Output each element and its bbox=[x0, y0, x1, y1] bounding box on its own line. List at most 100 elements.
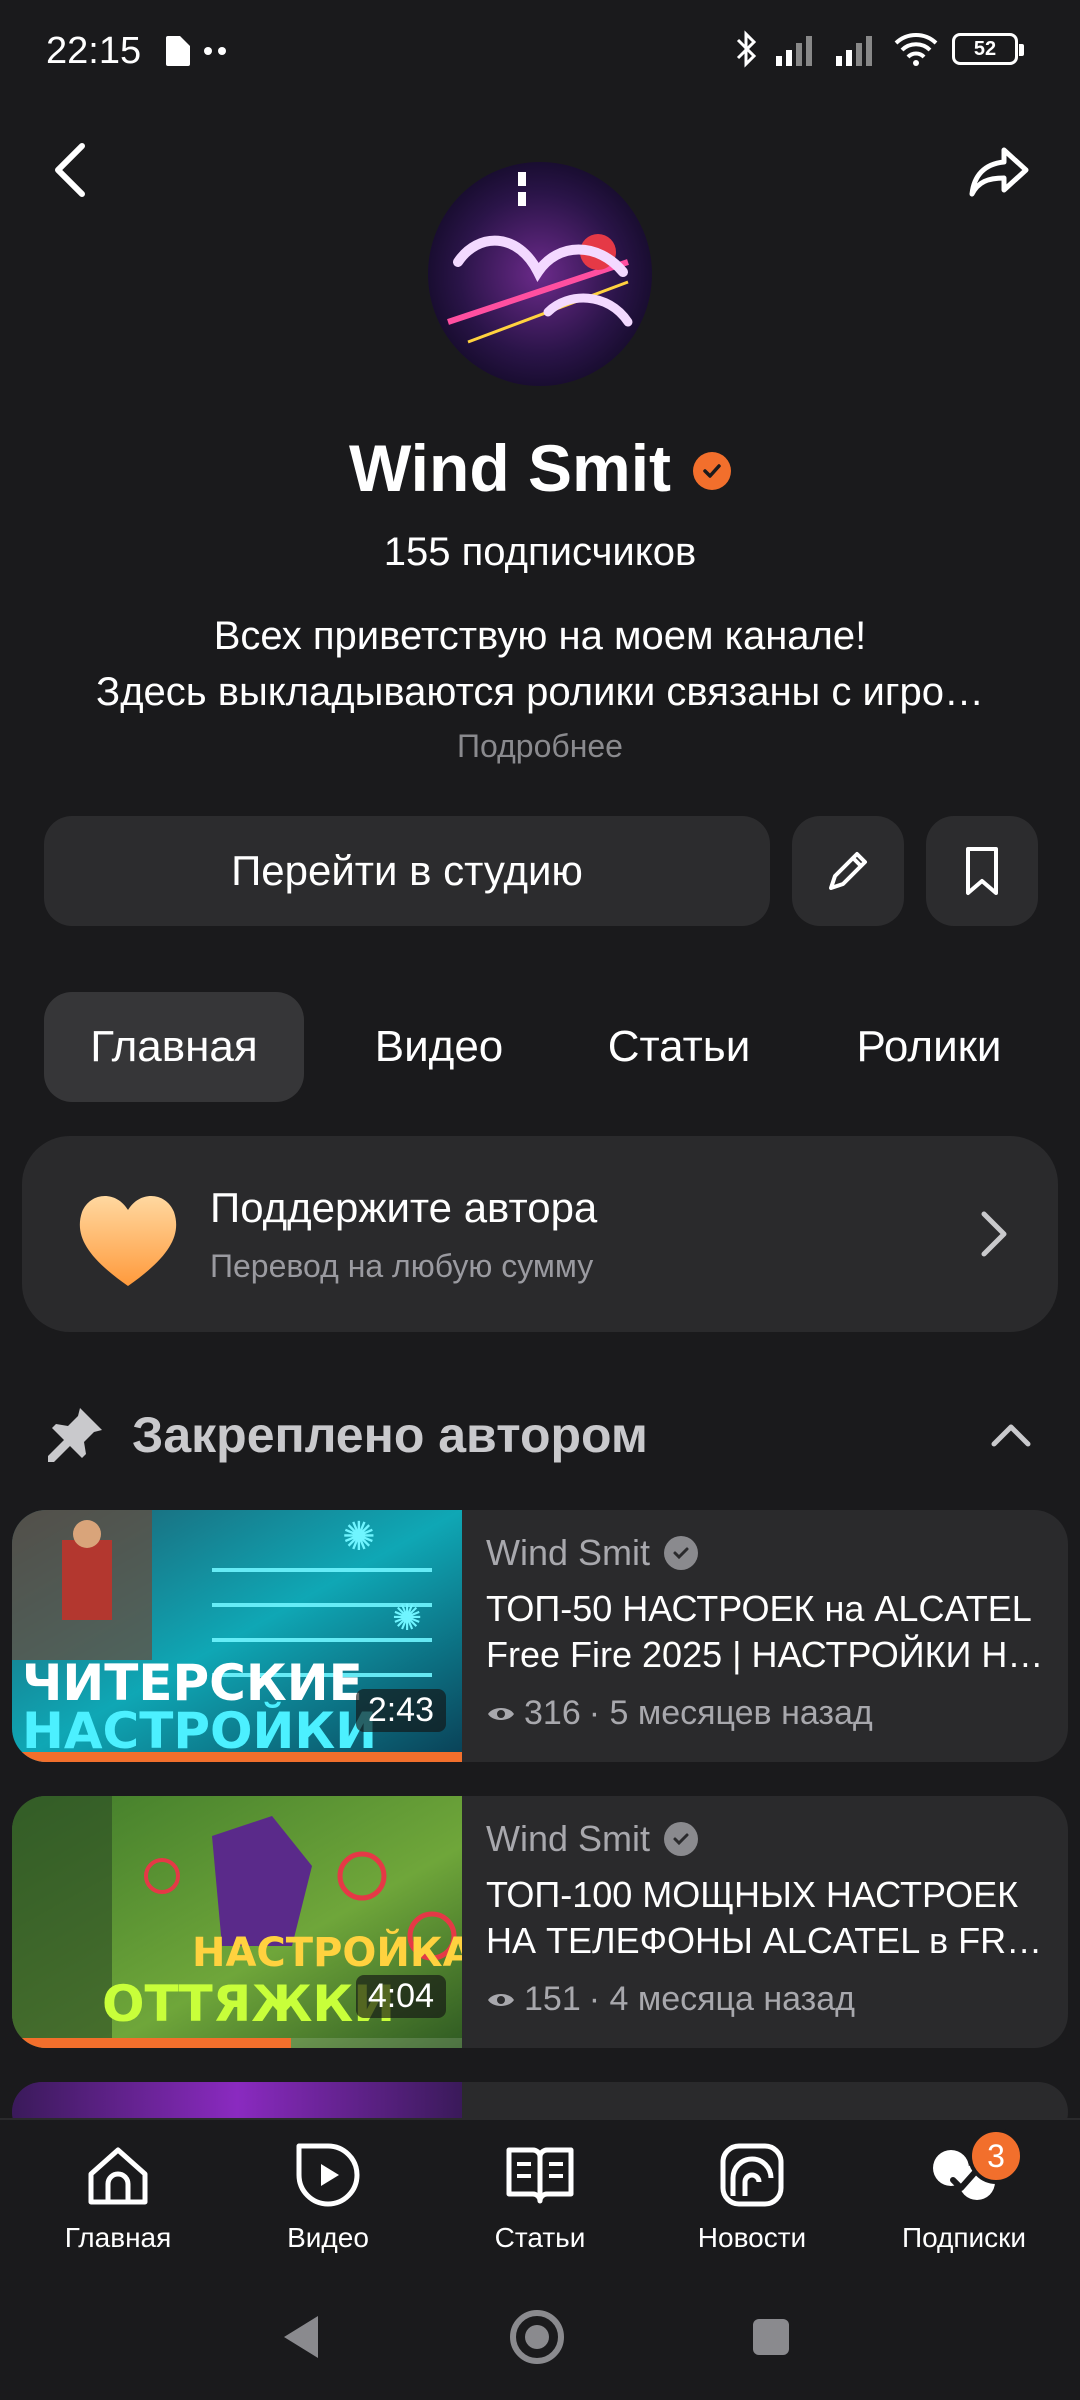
watch-progress-fill bbox=[12, 1752, 462, 1762]
watch-progress bbox=[12, 1752, 462, 1762]
svg-text:✺: ✺ bbox=[392, 1598, 422, 1639]
nav-news[interactable]: Новости bbox=[662, 2132, 842, 2272]
system-home-button[interactable] bbox=[502, 2302, 572, 2372]
nav-subscriptions[interactable]: Подписки 3 bbox=[874, 2128, 1054, 2272]
system-navigation-bar bbox=[0, 2272, 1080, 2400]
chevron-up-icon[interactable] bbox=[986, 1410, 1036, 1460]
tab-shorts[interactable]: Ролики bbox=[814, 992, 1044, 1102]
channel-tabs: Главная Видео Статьи Ролики bbox=[44, 992, 1044, 1102]
channel-description[interactable]: Всех приветствую на моем канале! Здесь в… bbox=[0, 608, 1080, 720]
video-title-line-2: Free Fire 2025 | НАСТРОЙКИ Н… bbox=[486, 1634, 1044, 1675]
description-line-1: Всех приветствую на моем канале! bbox=[213, 614, 867, 658]
share-button[interactable] bbox=[960, 132, 1040, 212]
system-recents-button[interactable] bbox=[736, 2302, 806, 2372]
video-views: 316 bbox=[524, 1694, 581, 1732]
tab-video[interactable]: Видео bbox=[334, 992, 544, 1102]
video-author[interactable]: Wind Smit bbox=[486, 1532, 699, 1574]
nav-home-label: Главная bbox=[64, 2222, 172, 2253]
video-title-line-1: ТОП-100 МОЩНЫХ НАСТРОЕК bbox=[486, 1874, 1019, 1915]
nav-video[interactable]: Видео bbox=[238, 2132, 418, 2272]
sim-card-icon bbox=[166, 36, 190, 66]
nav-articles[interactable]: Статьи bbox=[450, 2132, 630, 2272]
signal-icon-2 bbox=[836, 36, 872, 66]
video-age: · 5 месяцев назад bbox=[588, 1694, 873, 1732]
eye-icon bbox=[488, 1707, 514, 1720]
pinned-section-header[interactable]: Закреплено автором bbox=[44, 1400, 1036, 1470]
video-views: 151 bbox=[524, 1980, 581, 2018]
bookmark-button[interactable] bbox=[926, 816, 1038, 926]
support-subtitle: Перевод на любую сумму bbox=[210, 1248, 594, 1284]
video-title[interactable]: ТОП-100 МОЩНЫХ НАСТРОЕК НА ТЕЛЕФОНЫ ALCA… bbox=[486, 1872, 1046, 1964]
subscriber-count: 155 подписчиков bbox=[383, 530, 697, 574]
triangle-back-icon bbox=[284, 2316, 318, 2358]
thumbnail-caption-2: ОТТЯЖКИ bbox=[102, 1975, 395, 2033]
verified-badge-icon bbox=[693, 452, 732, 490]
signal-icon bbox=[776, 36, 812, 66]
bluetooth-icon bbox=[736, 30, 757, 68]
news-icon bbox=[720, 2143, 784, 2207]
channel-avatar[interactable] bbox=[428, 162, 652, 386]
avatar-image bbox=[428, 162, 652, 386]
video-card[interactable]: ✺ ✺ ЧИТЕРСКИЕ НАСТРОЙКИ 2:43 Wind Smit Т… bbox=[12, 1510, 1068, 1762]
video-thumbnail[interactable]: НАСТРОЙКА ОТТЯЖКИ 4:04 bbox=[12, 1796, 462, 2048]
notification-badge: 3 bbox=[968, 2128, 1024, 2184]
bottom-navigation: Главная Видео Статьи Новости Подписки 3 bbox=[0, 2118, 1080, 2272]
watch-progress bbox=[12, 2038, 462, 2048]
pinned-title: Закреплено автором bbox=[132, 1407, 648, 1463]
verified-check-icon bbox=[664, 1536, 699, 1570]
pencil-icon bbox=[829, 852, 867, 890]
video-thumbnail[interactable]: ✺ ✺ ЧИТЕРСКИЕ НАСТРОЙКИ 2:43 bbox=[12, 1510, 462, 1762]
heart-icon bbox=[79, 1195, 177, 1286]
pin-icon bbox=[48, 1408, 102, 1462]
eye-icon bbox=[488, 1993, 514, 2006]
back-button[interactable] bbox=[40, 130, 100, 210]
nav-news-label: Новости bbox=[697, 2222, 807, 2253]
status-left-icons bbox=[164, 36, 228, 66]
video-author-name: Wind Smit bbox=[486, 1532, 651, 1573]
circle-home-icon bbox=[510, 2310, 564, 2364]
nav-home[interactable]: Главная bbox=[28, 2132, 208, 2272]
more-link[interactable]: Подробнее bbox=[0, 728, 1080, 765]
video-author[interactable]: Wind Smit bbox=[486, 1818, 699, 1860]
video-duration: 2:43 bbox=[355, 1689, 446, 1732]
channel-page: 22:15 52 Wind Smit 155 подписчиков Всех … bbox=[0, 0, 1080, 2400]
video-title-line-1: ТОП-50 НАСТРОЕК на ALCATEL bbox=[486, 1588, 1032, 1629]
tab-main[interactable]: Главная bbox=[44, 992, 304, 1102]
status-bar: 22:15 52 bbox=[0, 0, 1080, 110]
video-icon bbox=[296, 2143, 360, 2207]
bookmark-icon bbox=[966, 847, 998, 895]
video-title[interactable]: ТОП-50 НАСТРОЕК на ALCATEL Free Fire 202… bbox=[486, 1586, 1046, 1678]
channel-title-row: Wind Smit bbox=[0, 430, 1080, 506]
share-icon bbox=[969, 147, 1029, 197]
watch-progress-fill bbox=[12, 2038, 291, 2048]
edit-button[interactable] bbox=[792, 816, 904, 926]
description-line-2: Здесь выкладываются ролики связаны с игр… bbox=[96, 670, 984, 714]
back-arrow-icon bbox=[55, 143, 85, 197]
status-time: 22:15 bbox=[46, 30, 142, 72]
tab-articles[interactable]: Статьи bbox=[564, 992, 794, 1102]
system-back-button[interactable] bbox=[266, 2302, 336, 2372]
thumbnail-caption-1: НАСТРОЙКА bbox=[192, 1928, 462, 1976]
svg-text:✺: ✺ bbox=[342, 1514, 376, 1560]
home-icon bbox=[88, 2147, 148, 2205]
video-meta: 316 · 5 месяцев назад bbox=[486, 1694, 873, 1733]
video-card[interactable]: НАСТРОЙКА ОТТЯЖКИ 4:04 Wind Smit ТОП-100… bbox=[12, 1796, 1068, 2048]
battery-indicator: 52 bbox=[952, 33, 1024, 65]
channel-name: Wind Smit bbox=[348, 431, 672, 505]
wifi-icon bbox=[894, 33, 938, 66]
go-to-studio-button[interactable]: Перейти в студию bbox=[44, 816, 770, 926]
support-title: Поддержите автора bbox=[210, 1184, 598, 1231]
video-meta: 151 · 4 месяца назад bbox=[486, 1980, 855, 2019]
nav-subscriptions-label: Подписки bbox=[901, 2222, 1027, 2253]
verified-check-icon bbox=[664, 1822, 699, 1856]
video-title-line-2: НА ТЕЛЕФОНЫ ALCATEL в FRE… bbox=[486, 1920, 1046, 1961]
status-right-icons: 52 bbox=[734, 30, 1024, 68]
video-duration: 4:04 bbox=[355, 1975, 446, 2018]
video-age: · 4 месяца назад bbox=[588, 1980, 856, 2018]
articles-icon bbox=[506, 2147, 574, 2204]
video-author-name: Wind Smit bbox=[486, 1818, 651, 1859]
more-dots-icon bbox=[204, 47, 226, 55]
chevron-right-icon bbox=[981, 1211, 1007, 1257]
support-author-card[interactable]: Поддержите автора Перевод на любую сумму bbox=[22, 1136, 1058, 1332]
nav-articles-label: Статьи bbox=[494, 2222, 586, 2253]
